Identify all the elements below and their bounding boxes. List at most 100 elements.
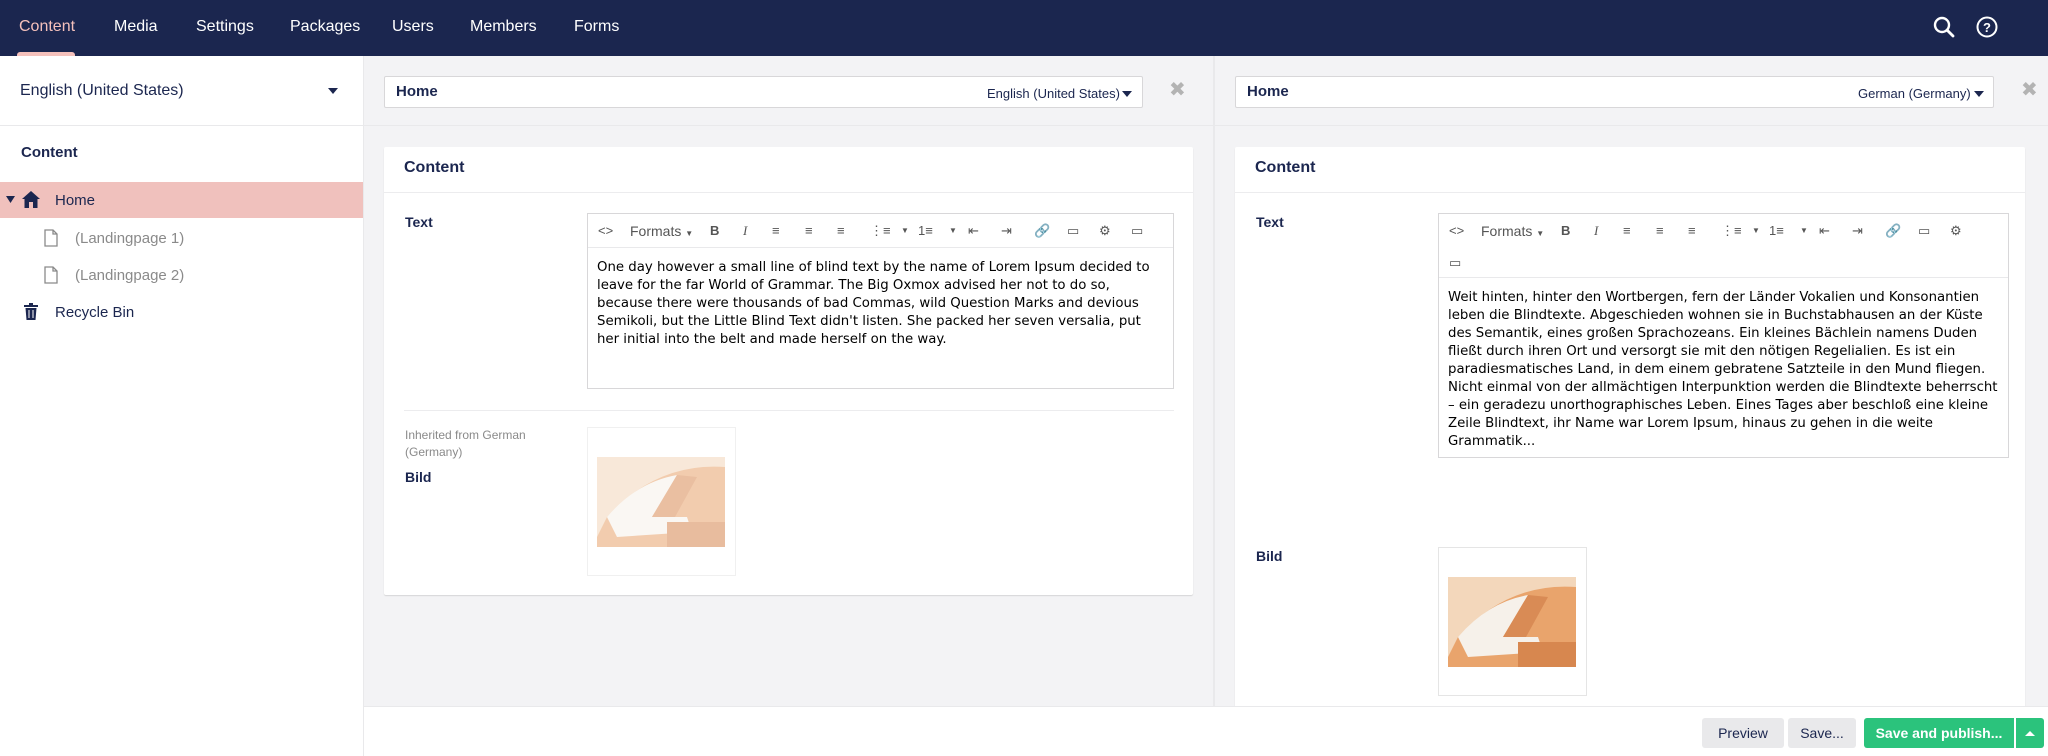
align-right-icon[interactable]: ≡: [837, 223, 845, 239]
chevron-down-icon[interactable]: ▼: [1800, 226, 1808, 242]
nav-content[interactable]: Content: [19, 0, 75, 56]
editor-footer: Preview Save... Save and publish...: [364, 706, 2048, 756]
image-property-label: Bild: [1256, 548, 1283, 564]
tree-item-recycle-bin[interactable]: Recycle Bin: [0, 294, 363, 330]
left-rte-content[interactable]: One day however a small line of blind te…: [597, 259, 1167, 349]
nav-members[interactable]: Members: [470, 0, 537, 56]
top-navigation-bar: Content Media Settings Packages Users Me…: [0, 0, 2048, 56]
left-image-thumbnail[interactable]: [587, 427, 736, 576]
language-selector[interactable]: English (United States): [0, 56, 364, 126]
chevron-down-icon: [328, 88, 338, 94]
bold-icon[interactable]: B: [1561, 223, 1570, 239]
right-image-thumbnail[interactable]: [1438, 547, 1587, 696]
right-node-name-field[interactable]: Home German (Germany): [1235, 76, 1994, 108]
indent-icon[interactable]: ⇥: [1001, 223, 1012, 239]
chevron-down-icon[interactable]: ▼: [901, 226, 909, 242]
italic-icon[interactable]: I: [743, 223, 747, 239]
tree-item-landingpage-2[interactable]: (Landingpage 2): [0, 257, 363, 293]
bullet-list-icon[interactable]: ⋮≡: [870, 223, 891, 239]
macro-icon[interactable]: ⚙: [1099, 223, 1111, 239]
image-icon[interactable]: ▭: [1918, 223, 1930, 239]
divider: [1235, 192, 2025, 193]
nav-packages[interactable]: Packages: [290, 0, 360, 56]
close-icon[interactable]: ✖: [1169, 77, 1186, 102]
nav-users[interactable]: Users: [392, 0, 434, 56]
inherited-note: Inherited from German (Germany): [405, 428, 526, 459]
italic-icon[interactable]: I: [1594, 223, 1598, 239]
trash-icon: [24, 303, 38, 320]
building-image: [1448, 577, 1576, 667]
save-and-publish-button[interactable]: Save and publish...: [1864, 718, 2014, 748]
align-center-icon[interactable]: ≡: [1656, 223, 1664, 239]
numbered-list-icon[interactable]: 1≡: [1769, 223, 1784, 239]
caret-down-icon[interactable]: [6, 196, 15, 203]
formats-label: Formats: [1481, 223, 1533, 239]
home-icon: [22, 191, 40, 208]
document-icon: [44, 266, 58, 284]
nav-forms[interactable]: Forms: [574, 0, 619, 56]
indent-icon[interactable]: ⇥: [1852, 223, 1863, 239]
search-icon[interactable]: [1930, 13, 1958, 41]
right-language-switcher[interactable]: German (Germany): [1858, 86, 1971, 101]
formats-dropdown[interactable]: Formats ▼: [1481, 223, 1544, 239]
formats-dropdown[interactable]: Formats ▼: [630, 223, 693, 239]
publish-options-button[interactable]: [2016, 718, 2044, 748]
left-language-switcher[interactable]: English (United States): [987, 86, 1120, 101]
tree-section-title: Content: [21, 144, 78, 161]
card-title: Content: [1255, 159, 1316, 176]
right-rich-text-editor[interactable]: <> Formats ▼ B I ≡ ≡ ≡ ⋮≡ ▼ 1≡ ▼ ⇤ ⇥ 🔗 ▭…: [1438, 213, 2009, 458]
align-center-icon[interactable]: ≡: [805, 223, 813, 239]
tree-item-label: Recycle Bin: [55, 304, 135, 321]
save-button[interactable]: Save...: [1788, 718, 1856, 748]
align-right-icon[interactable]: ≡: [1688, 223, 1696, 239]
numbered-list-icon[interactable]: 1≡: [918, 223, 933, 239]
text-property-label: Text: [1256, 214, 1284, 230]
left-rich-text-editor[interactable]: <> Formats ▼ B I ≡ ≡ ≡ ⋮≡ ▼ 1≡ ▼ ⇤ ⇥ 🔗 ▭…: [587, 213, 1174, 389]
right-rte-content[interactable]: Weit hinten, hinter den Wortbergen, fern…: [1448, 289, 2003, 451]
outdent-icon[interactable]: ⇤: [968, 223, 979, 239]
language-selector-label: English (United States): [20, 82, 184, 99]
document-icon: [44, 229, 58, 247]
node-name: Home: [1247, 83, 1289, 100]
preview-button[interactable]: Preview: [1702, 718, 1784, 748]
image-icon[interactable]: ▭: [1067, 223, 1079, 239]
right-content-card: Content Text <> Formats ▼ B I ≡ ≡ ≡ ⋮≡ ▼…: [1235, 147, 2025, 709]
align-left-icon[interactable]: ≡: [1623, 223, 1631, 239]
rte-toolbar: <> Formats ▼ B I ≡ ≡ ≡ ⋮≡ ▼ 1≡ ▼ ⇤ ⇥ 🔗 ▭…: [1439, 214, 2008, 278]
left-content-card: Content Text <> Formats ▼ B I ≡ ≡ ≡ ⋮≡ ▼…: [384, 147, 1193, 595]
tree-item-label: (Landingpage 1): [75, 230, 185, 247]
nav-settings[interactable]: Settings: [196, 0, 254, 56]
card-title: Content: [404, 159, 465, 176]
macro-icon[interactable]: ⚙: [1950, 223, 1962, 239]
link-icon[interactable]: 🔗: [1034, 223, 1050, 239]
bold-icon[interactable]: B: [710, 223, 719, 239]
chevron-down-icon[interactable]: ▼: [949, 226, 957, 242]
nav-media[interactable]: Media: [114, 0, 158, 56]
tree-item-home[interactable]: Home: [0, 182, 363, 218]
chevron-up-icon: [2025, 731, 2035, 736]
align-left-icon[interactable]: ≡: [772, 223, 780, 239]
chevron-down-icon[interactable]: ▼: [1752, 226, 1760, 242]
close-icon[interactable]: ✖: [2021, 77, 2038, 102]
outdent-icon[interactable]: ⇤: [1819, 223, 1830, 239]
source-code-icon[interactable]: <>: [1449, 223, 1464, 239]
source-code-icon[interactable]: <>: [598, 223, 613, 239]
tree-item-label: Home: [55, 192, 96, 209]
help-icon[interactable]: ?: [1973, 13, 2001, 41]
left-editor-header: Home English (United States) ✖: [364, 56, 1213, 126]
tree-item-label: (Landingpage 2): [75, 267, 185, 284]
sidebar: English (United States) Content Home (La…: [0, 56, 364, 756]
text-property-label: Text: [405, 214, 433, 230]
svg-text:?: ?: [1983, 20, 1991, 35]
embed-icon[interactable]: ▭: [1449, 255, 1461, 271]
bullet-list-icon[interactable]: ⋮≡: [1721, 223, 1742, 239]
embed-icon[interactable]: ▭: [1131, 223, 1143, 239]
tree-item-landingpage-1[interactable]: (Landingpage 1): [0, 220, 363, 256]
divider: [404, 410, 1174, 411]
link-icon[interactable]: 🔗: [1885, 223, 1901, 239]
building-image: [597, 457, 725, 547]
rte-toolbar: <> Formats ▼ B I ≡ ≡ ≡ ⋮≡ ▼ 1≡ ▼ ⇤ ⇥ 🔗 ▭…: [588, 214, 1173, 248]
chevron-down-icon: [1122, 91, 1132, 97]
formats-label: Formats: [630, 223, 682, 239]
left-node-name-field[interactable]: Home English (United States): [384, 76, 1143, 108]
